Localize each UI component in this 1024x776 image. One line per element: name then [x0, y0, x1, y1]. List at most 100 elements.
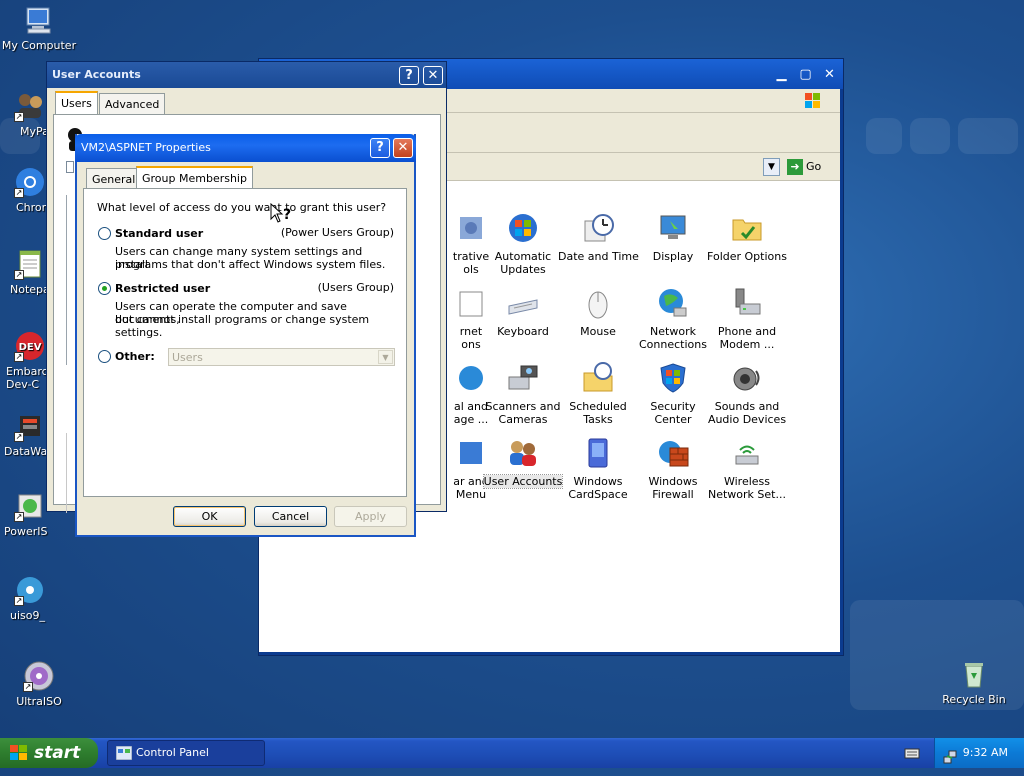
help-button[interactable]: ?	[370, 138, 390, 158]
restricted-user-radio[interactable]	[98, 282, 111, 295]
help-button[interactable]: ?	[399, 66, 419, 85]
people-icon: ↗	[14, 90, 46, 122]
cancel-button[interactable]: Cancel	[254, 506, 327, 527]
properties-dialog[interactable]: VM2\ASPNET Properties ? ✕ General Group …	[75, 134, 416, 537]
disc-installer-icon: ↗	[14, 574, 46, 606]
desktop-icon-uiso[interactable]: ↗ uiso9_	[0, 574, 68, 622]
address-dropdown-button[interactable]: ▼	[763, 158, 780, 176]
dialog-title: VM2\ASPNET Properties	[81, 141, 211, 154]
windows-logo-icon	[803, 91, 823, 111]
keyboard-tray-icon[interactable]	[904, 746, 920, 760]
wallpaper-shape	[866, 118, 902, 154]
other-group-value: Users	[172, 351, 203, 364]
recycle-bin-icon	[958, 658, 990, 690]
cp-item-label: Wireless Network Set...	[708, 475, 786, 501]
clock[interactable]: 9:32 AM	[963, 738, 1008, 768]
desktop-icon-label: uiso9_	[10, 609, 45, 622]
cp-item-network-connections[interactable]: Network Connections	[633, 286, 713, 351]
firewall-icon	[656, 436, 690, 470]
cp-item-label: User Accounts	[482, 474, 564, 489]
standard-user-desc-2: programs that don't affect Windows syste…	[115, 258, 386, 271]
cp-item-automatic-updates[interactable]: Automatic Updates	[483, 211, 563, 276]
standard-user-label[interactable]: Standard user	[115, 227, 203, 240]
cp-item-label: Folder Options	[707, 250, 787, 263]
cp-item-mouse[interactable]: Mouse	[558, 286, 638, 338]
system-tray: 9:32 AM	[934, 738, 1024, 768]
scheduled-tasks-icon	[581, 361, 615, 395]
cardspace-icon	[581, 436, 615, 470]
cp-item-keyboard[interactable]: Keyboard	[483, 286, 563, 338]
other-label[interactable]: Other:	[115, 350, 155, 363]
network-tray-icon[interactable]	[943, 746, 957, 764]
restricted-user-label[interactable]: Restricted user	[115, 282, 210, 295]
windows-flag-icon	[10, 745, 27, 760]
cp-item-label: Phone and Modem ...	[717, 325, 777, 351]
security-shield-icon	[656, 361, 690, 395]
clock-icon	[581, 211, 615, 245]
ok-button[interactable]: OK	[173, 506, 246, 527]
cp-item-label: Keyboard	[497, 325, 549, 338]
cp-item-phone-and-modem[interactable]: Phone and Modem ...	[707, 286, 787, 351]
cp-item-label: Display	[652, 250, 694, 263]
properties-titlebar[interactable]: VM2\ASPNET Properties ? ✕	[75, 134, 416, 162]
tab-users[interactable]: Users	[55, 91, 98, 114]
display-icon	[656, 211, 690, 245]
go-button[interactable]: ➜ Go	[787, 158, 827, 176]
tab-advanced[interactable]: Advanced	[99, 93, 166, 114]
cp-item-folder-options[interactable]: Folder Options	[707, 211, 787, 263]
cp-item-windows-cardspace[interactable]: Windows CardSpace	[558, 436, 638, 501]
cp-item-label: Scanners and Cameras	[485, 400, 561, 426]
ultraiso-disc-icon: ↗	[23, 660, 55, 692]
wireless-icon	[730, 436, 764, 470]
cp-item-label: Automatic Updates	[494, 250, 552, 276]
window-title: User Accounts	[52, 68, 141, 81]
cp-item-label: Date and Time	[558, 250, 639, 263]
cp-item-display[interactable]: Display	[633, 211, 713, 263]
start-button[interactable]: start	[0, 738, 98, 768]
maximize-button[interactable]: ▢	[795, 66, 816, 85]
cp-item-sounds-and-audio[interactable]: Sounds and Audio Devices	[707, 361, 787, 426]
help-cursor-icon: ?	[270, 202, 296, 225]
close-button[interactable]: ✕	[393, 138, 413, 158]
restricted-user-group: (Users Group)	[317, 281, 394, 294]
tab-general[interactable]: General	[86, 168, 142, 189]
cp-item-scanners-and-cameras[interactable]: Scanners and Cameras	[483, 361, 563, 426]
wallpaper-shape	[958, 118, 1018, 154]
user-accounts-icon	[506, 436, 540, 470]
user-accounts-titlebar[interactable]: User Accounts ? ✕	[47, 62, 446, 88]
mouse-icon	[581, 286, 615, 320]
taskbar-item-control-panel[interactable]: Control Panel	[107, 740, 265, 766]
properties-tabs: General Group Membership	[86, 166, 406, 190]
standard-user-radio[interactable]	[98, 227, 111, 240]
windows-update-icon	[506, 211, 540, 245]
minimize-button[interactable]: ▁	[771, 66, 792, 85]
go-label: Go	[806, 160, 822, 173]
other-radio[interactable]	[98, 350, 111, 363]
group-membership-panel: What level of access do you want to gran…	[83, 188, 407, 497]
password-group-edge	[66, 433, 70, 513]
scanner-camera-icon	[506, 361, 540, 395]
cp-item-security-center[interactable]: Security Center	[633, 361, 713, 426]
close-button[interactable]: ✕	[423, 66, 443, 85]
wallpaper-shape	[910, 118, 950, 154]
desktop-icon-recycle-bin[interactable]: Recycle Bin	[936, 658, 1012, 706]
cp-item-date-and-time[interactable]: Date and Time	[558, 211, 639, 263]
desktop-icon-my-computer[interactable]: My Computer	[1, 4, 77, 52]
phone-modem-icon	[730, 286, 764, 320]
cp-item-label: Scheduled Tasks	[569, 400, 627, 426]
cp-item-user-accounts[interactable]: User Accounts	[482, 436, 564, 489]
other-group-select: Users ▼	[168, 348, 395, 366]
cp-item-windows-firewall[interactable]: Windows Firewall	[633, 436, 713, 501]
cp-item-wireless-network-setup[interactable]: Wireless Network Set...	[707, 436, 787, 501]
users-checkbox[interactable]	[66, 161, 74, 173]
tab-group-membership[interactable]: Group Membership	[136, 166, 253, 189]
close-button[interactable]: ✕	[819, 66, 840, 85]
taskbar-item-label: Control Panel	[136, 746, 209, 759]
cp-item-label: Security Center	[650, 400, 696, 426]
apply-button: Apply	[334, 506, 407, 527]
desktop-icon-label: My Computer	[1, 39, 77, 52]
standard-user-group: (Power Users Group)	[280, 226, 394, 239]
poweriso-icon: ↗	[14, 490, 46, 522]
cp-item-scheduled-tasks[interactable]: Scheduled Tasks	[558, 361, 638, 426]
desktop-icon-ultraiso[interactable]: ↗ UltraISO	[1, 660, 77, 708]
